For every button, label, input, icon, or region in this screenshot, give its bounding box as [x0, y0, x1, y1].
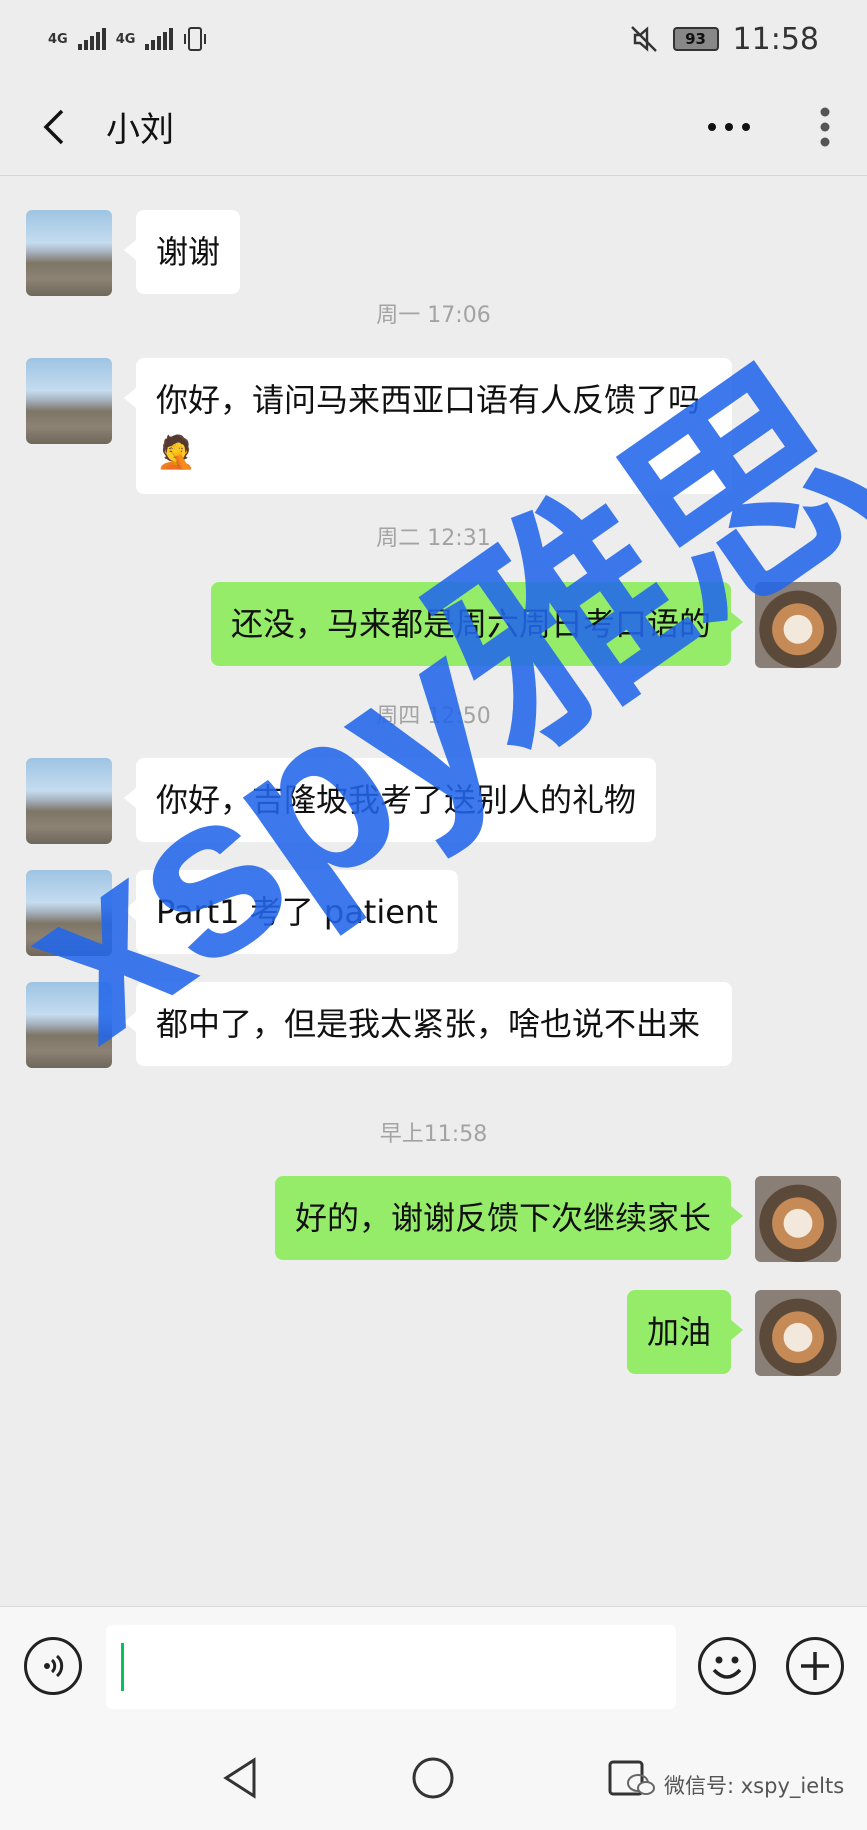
plus-button[interactable] — [786, 1637, 844, 1695]
menu-button[interactable] — [805, 97, 845, 157]
timestamp: 周一 17:06 — [376, 303, 491, 328]
voice-button[interactable] — [24, 1637, 82, 1695]
nav-back-icon — [223, 1757, 256, 1799]
signal-icon-2 — [145, 28, 174, 50]
back-button[interactable] — [24, 97, 84, 157]
vibrate-icon — [184, 27, 207, 51]
signal-icon — [77, 28, 106, 50]
emoji-icon — [712, 1656, 742, 1679]
status-time: 11:58 — [732, 21, 819, 57]
vertical-more-icon — [820, 107, 830, 146]
chat-header: 小刘 — [0, 78, 867, 176]
message-bubble[interactable]: 你好，请问马来西亚口语有人反馈了吗🤦 — [124, 358, 732, 494]
status-left: 4G 4G — [48, 26, 207, 52]
status-bar: 4G 4G 93 11:58 — [0, 0, 867, 78]
nav-home-icon — [412, 1757, 454, 1799]
message-input[interactable] — [106, 1625, 676, 1709]
contact-avatar[interactable] — [26, 758, 112, 844]
message-bubble[interactable]: Part1 考了 patient — [124, 870, 458, 954]
status-right: 93 11:58 — [629, 22, 819, 57]
nav-back-button[interactable] — [212, 1750, 268, 1806]
message-bubble[interactable]: 谢谢 — [123, 210, 241, 294]
contact-avatar[interactable] — [26, 982, 112, 1068]
message-bubble[interactable]: 好的，谢谢反馈下次继续家长 — [274, 1176, 744, 1260]
contact-avatar[interactable] — [26, 210, 112, 296]
network-type-2: 4G — [115, 31, 136, 47]
chat-area[interactable]: 谢谢 周一 17:06 你好，请问马来西亚口语有人反馈了吗🤦 周二 12:31 … — [0, 176, 867, 1606]
back-icon — [43, 109, 64, 144]
voice-icon — [44, 1654, 64, 1678]
message-bubble[interactable]: 还没，马来都是周六周日考口语的 — [210, 582, 744, 666]
my-avatar[interactable] — [755, 1176, 841, 1262]
message-bubble[interactable]: 你好，吉隆坡我考了送别人的礼物 — [123, 758, 657, 842]
timestamp: 早上11:58 — [379, 1122, 488, 1147]
more-button[interactable] — [699, 97, 759, 157]
more-dots-icon — [708, 122, 750, 131]
plus-icon — [801, 1652, 829, 1680]
message-bubble[interactable]: 都中了，但是我太紧张，啥也说不出来 — [124, 982, 732, 1066]
system-nav-bar: 微信号: xspy_ielts — [0, 1726, 867, 1830]
input-bar — [0, 1606, 867, 1726]
contact-avatar[interactable] — [26, 358, 112, 444]
emoji-button[interactable] — [698, 1637, 756, 1695]
contact-avatar[interactable] — [26, 870, 112, 956]
chat-title: 小刘 — [106, 110, 174, 150]
my-avatar[interactable] — [755, 1290, 841, 1376]
timestamp: 周四 12:50 — [376, 704, 491, 729]
battery-indicator: 93 — [672, 27, 719, 51]
wechat-icon — [627, 1774, 655, 1795]
mute-icon — [630, 26, 657, 52]
credit-text: 微信号: xspy_ielts — [664, 1774, 845, 1798]
message-bubble[interactable]: 加油 — [626, 1290, 744, 1374]
network-type-1: 4G — [48, 31, 68, 47]
wechat-credit: 微信号: xspy_ielts — [626, 1770, 844, 1800]
timestamp: 周二 12:31 — [376, 526, 491, 551]
text-caret — [121, 1643, 124, 1691]
my-avatar[interactable] — [755, 582, 841, 668]
nav-home-button[interactable] — [405, 1750, 461, 1806]
